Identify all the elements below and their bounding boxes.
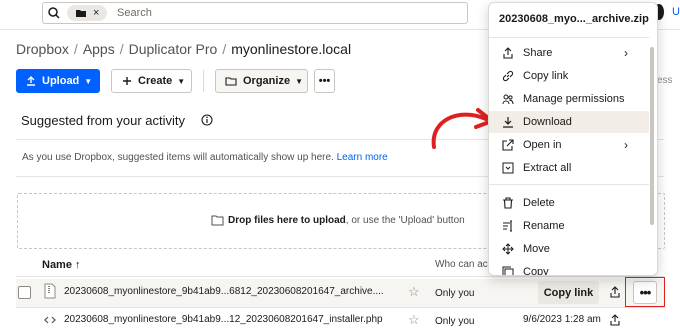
upload-icon — [27, 76, 35, 86]
menu-file-title: 20230608_myo..._archive.zip — [499, 13, 649, 25]
menu-divider — [489, 37, 649, 38]
menu-item-label: Rename — [523, 220, 565, 232]
toolbar-divider — [203, 70, 204, 92]
more-actions-button[interactable]: ••• — [314, 69, 335, 93]
open-in-icon — [502, 139, 514, 151]
search-bar[interactable]: × Search — [42, 2, 468, 24]
access-text: Only you — [435, 288, 475, 299]
share-icon — [503, 47, 513, 59]
folder-icon — [76, 10, 86, 17]
zip-file-icon — [44, 283, 56, 299]
link-icon — [502, 70, 514, 82]
chevron-right-icon: › — [624, 138, 628, 152]
menu-item-label: Move — [523, 243, 550, 255]
file-name[interactable]: 20230608_myonlinestore_9b41ab9...12_2023… — [64, 314, 383, 325]
plus-icon — [123, 77, 131, 85]
create-button[interactable]: Create ▼ — [111, 69, 192, 93]
menu-item-open-in[interactable]: Open in › — [489, 134, 649, 156]
info-icon[interactable] — [201, 114, 213, 126]
organize-label: Organize — [243, 75, 291, 87]
trash-icon — [503, 197, 513, 209]
divider — [16, 307, 664, 308]
breadcrumb: Dropbox / Apps / Duplicator Pro / myonlinestor… — [16, 41, 351, 57]
copy-link-button[interactable]: Copy link — [538, 281, 599, 304]
share-icon[interactable] — [609, 314, 621, 326]
menu-item-delete[interactable]: Delete — [489, 192, 649, 214]
breadcrumb-item-duplicator[interactable]: Duplicator Pro — [129, 41, 218, 57]
drop-zone-bold: Drop files here to upload — [228, 215, 346, 226]
copy-icon — [502, 266, 514, 275]
breadcrumb-item-apps[interactable]: Apps — [83, 41, 115, 57]
create-label: Create — [138, 75, 173, 87]
annotation-highlight-box — [625, 277, 665, 307]
page-title: myonlinestore.local — [231, 41, 352, 57]
menu-item-download[interactable]: Download — [489, 111, 649, 133]
menu-item-label: Extract all — [523, 162, 572, 174]
download-icon — [503, 117, 513, 128]
move-icon — [502, 243, 514, 255]
upload-label: Upload — [42, 75, 80, 87]
menu-scrollbar[interactable] — [650, 47, 654, 225]
folder-filter-chip[interactable]: × — [67, 5, 107, 21]
search-icon — [48, 7, 60, 19]
upload-button[interactable]: Upload ▼ — [16, 69, 100, 93]
search-input[interactable]: Search — [117, 3, 152, 23]
people-icon — [502, 94, 514, 105]
column-header-name[interactable]: Name ↑ — [42, 259, 81, 271]
organize-button[interactable]: Organize ▼ — [215, 69, 308, 93]
menu-item-label: Download — [523, 116, 572, 128]
row-checkbox[interactable] — [18, 286, 31, 299]
divider — [16, 276, 664, 277]
rename-icon — [503, 220, 512, 232]
file-context-menu: 20230608_myo..._archive.zip Share › Copy… — [488, 2, 658, 276]
breadcrumb-separator: / — [73, 41, 78, 57]
chevron-down-icon: ▼ — [177, 76, 186, 86]
breadcrumb-separator: / — [222, 41, 227, 57]
menu-item-manage-permissions[interactable]: Manage permissions — [489, 88, 649, 110]
upload-folder-icon — [211, 215, 224, 226]
menu-divider — [489, 184, 649, 185]
star-icon[interactable]: ☆ — [408, 312, 420, 328]
chevron-down-icon: ▼ — [295, 76, 303, 86]
chevron-right-icon: › — [624, 46, 628, 60]
user-initial[interactable]: U — [672, 6, 680, 18]
menu-item-rename[interactable]: Rename — [489, 215, 649, 237]
file-name[interactable]: 20230608_myonlinestore_9b41ab9...6812_20… — [64, 286, 384, 297]
menu-item-label: Copy link — [523, 70, 569, 82]
menu-item-label: Delete — [523, 197, 555, 209]
menu-item-move[interactable]: Move — [489, 238, 649, 260]
column-header-who-can-access: Who can ac — [435, 259, 488, 270]
learn-more-link[interactable]: Learn more — [337, 152, 388, 163]
organize-icon — [225, 77, 237, 86]
breadcrumb-separator: / — [119, 41, 124, 57]
menu-item-label: Open in — [523, 139, 562, 151]
drop-zone-text: Drop files here to upload, or use the 'U… — [228, 215, 465, 226]
share-icon[interactable] — [609, 286, 621, 298]
suggested-heading: Suggested from your activity — [21, 113, 186, 128]
modified-date: 9/6/2023 1:28 am — [523, 314, 601, 325]
menu-item-label: Share — [523, 47, 553, 59]
chevron-down-icon: ▼ — [84, 76, 93, 86]
menu-item-copy[interactable]: Copy — [489, 261, 649, 276]
star-icon[interactable]: ☆ — [408, 284, 420, 300]
breadcrumb-item-dropbox[interactable]: Dropbox — [16, 41, 69, 57]
drop-zone-rest: , or use the 'Upload' button — [345, 215, 465, 226]
chip-close-icon[interactable]: × — [93, 5, 99, 21]
extract-icon — [502, 162, 514, 174]
menu-item-copy-link[interactable]: Copy link — [489, 65, 649, 87]
access-text: Only you — [435, 316, 475, 327]
suggested-message-text: As you use Dropbox, suggested items will… — [22, 152, 334, 163]
menu-item-share[interactable]: Share › — [489, 42, 649, 64]
menu-item-label: Manage permissions — [523, 93, 625, 105]
code-file-icon — [44, 316, 56, 324]
suggested-empty-message: As you use Dropbox, suggested items will… — [22, 152, 388, 163]
menu-item-extract-all[interactable]: Extract all — [489, 157, 649, 179]
menu-item-label: Copy — [523, 266, 549, 276]
